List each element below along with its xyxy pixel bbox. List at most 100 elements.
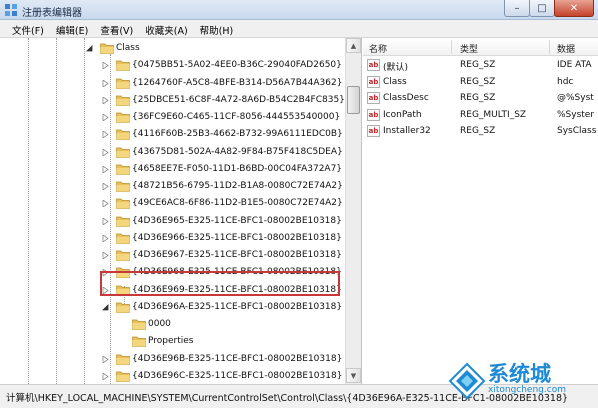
scroll-up-arrow[interactable]: ▲ <box>346 38 361 53</box>
tree-item[interactable]: {4116F60B-25B3-4662-B732-99A6111EDC0B} <box>0 126 345 143</box>
maximize-button[interactable]: □ <box>529 0 555 17</box>
tree-item[interactable]: {43675D81-502A-4A82-9F84-B75F418C5DEA} <box>0 144 345 161</box>
tree-item[interactable]: Properties <box>0 333 345 350</box>
folder-open-icon <box>100 43 114 54</box>
expanded-triangle-icon[interactable] <box>86 45 93 52</box>
window-controls: – □ ✕ <box>504 0 594 18</box>
tree-item-label: {25DBCE51-6C8F-4A72-8A6D-B54C2B4FC835} <box>132 94 345 105</box>
menu-help[interactable]: 帮助(H) <box>194 20 240 37</box>
tree-item[interactable]: {49CE6AC8-6F86-11D2-B1E5-0080C72E74A2} <box>0 195 345 212</box>
value-row[interactable]: ab Installer32 REG_SZ SysClass <box>363 123 598 140</box>
tree-item[interactable]: {4D36E965-E325-11CE-BFC1-08002BE10318} <box>0 213 345 230</box>
tree-item-label: 0000 <box>148 319 171 329</box>
values-pane[interactable]: 名称 类型 数据 ab (默认) REG_SZ IDE ATA ab Class REG_S… <box>363 38 598 384</box>
column-type-header[interactable]: 类型 <box>460 42 478 55</box>
folder-icon <box>116 233 130 244</box>
collapsed-triangle-icon[interactable] <box>102 165 109 173</box>
collapsed-triangle-icon[interactable] <box>102 200 109 208</box>
tree-item[interactable]: Class <box>0 40 345 57</box>
scroll-down-arrow[interactable]: ▼ <box>346 368 361 383</box>
tree-item[interactable]: {4658EE7E-F050-11D1-B6BD-00C04FA372A7} <box>0 161 345 178</box>
xitongcheng-logo-icon <box>448 362 486 400</box>
value-type: REG_SZ <box>460 126 496 136</box>
collapsed-triangle-icon[interactable] <box>102 183 109 190</box>
tree-item-label: {4116F60B-25B3-4662-B732-99A6111EDC0B} <box>132 129 343 140</box>
string-value-icon: ab <box>367 59 380 71</box>
tree-item[interactable]: {48721B56-6795-11D2-B1A8-0080C72E74A2} <box>0 178 345 195</box>
tree-scrollbar[interactable]: ▲ ▼ <box>345 38 361 384</box>
watermark-site: xitongcheng.com <box>488 385 566 395</box>
collapsed-triangle-icon[interactable] <box>102 62 109 70</box>
window-title: 注册表编辑器 <box>22 8 82 19</box>
value-row[interactable]: ab (默认) REG_SZ IDE ATA <box>363 57 598 74</box>
value-name: (默认) <box>383 63 409 73</box>
collapsed-triangle-icon[interactable] <box>102 355 109 363</box>
tree-item-label: {4D36E967-E325-11CE-BFC1-08002BE10318} <box>132 250 342 260</box>
menu-favorites[interactable]: 收藏夹(A) <box>139 20 193 37</box>
value-type: REG_SZ <box>460 76 496 87</box>
value-data: IDE ATA <box>557 60 592 70</box>
tree-item-label: Properties <box>148 336 194 347</box>
collapsed-triangle-icon[interactable] <box>102 148 109 156</box>
collapsed-triangle-icon[interactable] <box>102 252 109 259</box>
key-tree-pane[interactable]: Class {0475BB51-5A02-4EE0-B36C-29040FAD26… <box>0 38 362 384</box>
folder-icon <box>132 336 146 348</box>
tree-item-label: {0475BB51-5A02-4EE0-B36C-29040FAD2650} <box>132 60 342 71</box>
close-button[interactable]: ✕ <box>554 0 594 17</box>
expanded-triangle-icon[interactable] <box>102 303 109 311</box>
tree-item[interactable]: {0475BB51-5A02-4EE0-B36C-29040FAD2650} <box>0 57 345 74</box>
collapsed-triangle-icon[interactable] <box>102 96 109 104</box>
tree-item-label: {4D36E965-E325-11CE-BFC1-08002BE10318} <box>132 215 342 226</box>
tree-item-label: {48721B56-6795-11D2-B1A8-0080C72E74A2} <box>132 181 343 191</box>
tree-item[interactable]: {36FC9E60-C465-11CF-8056-444553540000} <box>0 109 345 126</box>
menu-view[interactable]: 查看(V) <box>94 20 139 37</box>
collapsed-triangle-icon[interactable] <box>102 114 109 121</box>
value-data: @%Syst <box>557 93 594 103</box>
title-bar: 注册表编辑器 – □ ✕ <box>0 0 598 20</box>
folder-open-icon <box>116 302 130 313</box>
tree-item-label: {49CE6AC8-6F86-11D2-B1E5-0080C72E74A2} <box>132 198 343 209</box>
minimize-button[interactable]: – <box>504 0 530 17</box>
tree-item-label: {4D36E96B-E325-11CE-BFC1-08002BE10318} <box>132 353 343 364</box>
tree-item[interactable]: {4D36E966-E325-11CE-BFC1-08002BE10318} <box>0 230 345 247</box>
column-data-header[interactable]: 数据 <box>557 42 575 55</box>
values-header: 名称 类型 数据 <box>363 38 598 56</box>
scroll-thumb[interactable] <box>347 86 360 114</box>
tree-item[interactable]: 0000 <box>0 316 345 333</box>
value-data: SysClass <box>557 126 597 136</box>
menu-edit[interactable]: 编辑(E) <box>50 20 94 37</box>
tree-item[interactable]: {4D36E96C-E325-11CE-BFC1-08002BE10318} <box>0 368 345 384</box>
tree-item[interactable]: {1264760F-A5C8-4BFE-B314-D56A7B44A362} <box>0 75 345 92</box>
value-row[interactable]: ab IconPath REG_MULTI_SZ %Syster <box>363 107 598 124</box>
tree-item[interactable]: {4D36E967-E325-11CE-BFC1-08002BE10318} <box>0 247 345 264</box>
collapsed-triangle-icon[interactable] <box>102 79 109 87</box>
tree-item[interactable]: {4D36E96A-E325-11CE-BFC1-08002BE10318} <box>0 299 345 316</box>
tree-item-label: {1264760F-A5C8-4BFE-B314-D56A7B44A362} <box>132 77 343 88</box>
folder-icon <box>116 354 130 365</box>
tree-item-label: {4D36E96A-E325-11CE-BFC1-08002BE10318} <box>132 301 343 312</box>
column-separator[interactable] <box>549 40 550 54</box>
highlight-box <box>100 271 340 296</box>
value-name: ClassDesc <box>383 93 429 103</box>
tree-item-label: Class <box>116 43 140 53</box>
collapsed-triangle-icon[interactable] <box>102 217 109 225</box>
folder-icon <box>116 250 130 261</box>
tree-item[interactable]: {25DBCE51-6C8F-4A72-8A6D-B54C2B4FC835} <box>0 92 345 109</box>
menu-bar: 文件(F) 编辑(E) 查看(V) 收藏夹(A) 帮助(H) <box>0 20 598 38</box>
value-row[interactable]: ab ClassDesc REG_SZ @%Syst <box>363 90 598 107</box>
tree-item[interactable]: {4D36E96B-E325-11CE-BFC1-08002BE10318} <box>0 351 345 368</box>
value-data: %Syster <box>557 109 595 120</box>
tree-item-label: {4658EE7E-F050-11D1-B6BD-00C04FA372A7} <box>132 163 343 174</box>
collapsed-triangle-icon[interactable] <box>102 372 109 380</box>
menu-file[interactable]: 文件(F) <box>6 20 50 37</box>
value-row[interactable]: ab Class REG_SZ hdc <box>363 74 598 91</box>
folder-icon <box>116 95 130 106</box>
column-separator[interactable] <box>451 40 452 54</box>
collapsed-triangle-icon[interactable] <box>102 234 109 242</box>
collapsed-triangle-icon[interactable] <box>102 131 109 139</box>
value-data: hdc <box>557 76 574 87</box>
watermark-brand: 系统城 <box>488 362 551 386</box>
string-value-icon: ab <box>367 125 380 137</box>
string-value-icon: ab <box>367 108 380 121</box>
column-name-header[interactable]: 名称 <box>369 42 387 55</box>
